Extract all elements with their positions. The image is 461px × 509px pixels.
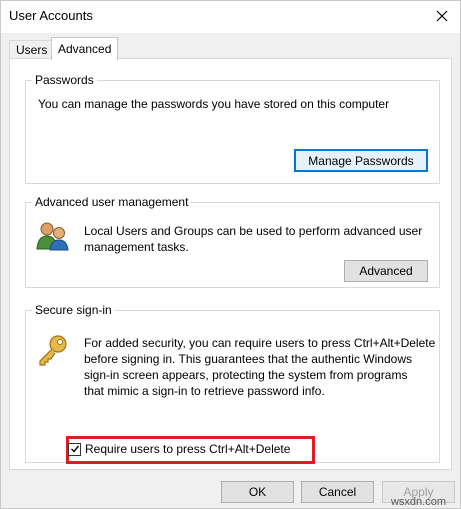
ctrl-alt-delete-checkbox-row[interactable]: Require users to press Ctrl+Alt+Delete	[68, 442, 290, 456]
secure-signin-line2: before signing in. This guarantees that …	[84, 352, 412, 366]
passwords-group-label: Passwords	[32, 72, 97, 88]
advanced-tab-panel: Passwords You can manage the passwords y…	[9, 58, 452, 470]
checkmark-icon	[70, 445, 79, 453]
secure-signin-label: Secure sign-in	[32, 302, 115, 318]
secure-signin-line4: that mimic a sign-in to retrieve passwor…	[84, 384, 325, 398]
close-button[interactable]	[428, 3, 456, 29]
passwords-group: Passwords You can manage the passwords y…	[25, 72, 440, 184]
ctrl-alt-delete-checkbox[interactable]	[68, 442, 81, 456]
watermark: wsxdn.com	[390, 496, 446, 508]
advanced-user-management-line2: management tasks.	[84, 240, 189, 254]
ok-button[interactable]: OK	[221, 481, 294, 503]
advanced-user-management-line1: Local Users and Groups can be used to pe…	[84, 224, 423, 238]
cancel-button[interactable]: Cancel	[301, 481, 374, 503]
manage-passwords-button[interactable]: Manage Passwords	[294, 149, 428, 172]
secure-signin-line3: sign-in screen appears, protecting the s…	[84, 368, 408, 382]
user-accounts-window: User Accounts Users Advanced Passwords Y…	[0, 0, 461, 509]
secure-signin-line1: For added security, you can require user…	[84, 336, 436, 350]
window-title: User Accounts	[9, 8, 93, 23]
passwords-description: You can manage the passwords you have st…	[38, 97, 390, 111]
close-icon	[436, 10, 448, 22]
advanced-user-management-group: Advanced user management Local Users and…	[25, 194, 440, 288]
title-bar: User Accounts	[1, 1, 460, 33]
ctrl-alt-delete-label: Require users to press Ctrl+Alt+Delete	[85, 442, 291, 456]
tab-users[interactable]: Users	[9, 40, 55, 59]
tab-advanced[interactable]: Advanced	[51, 37, 119, 60]
advanced-user-management-label: Advanced user management	[32, 194, 192, 210]
dialog-body: Users Advanced Passwords You can manage …	[1, 33, 460, 508]
advanced-button[interactable]: Advanced	[344, 260, 428, 282]
key-icon	[39, 335, 67, 366]
users-group-icon	[36, 222, 69, 251]
